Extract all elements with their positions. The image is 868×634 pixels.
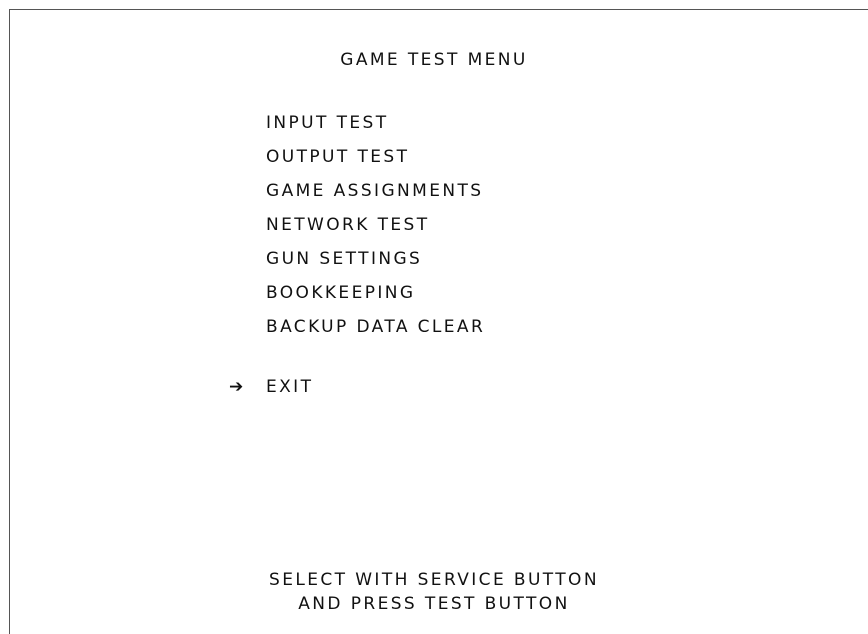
menu-item-exit-row[interactable]: ➔ EXIT	[229, 376, 313, 398]
selection-arrow-icon: ➔	[229, 377, 244, 397]
menu-title: GAME TEST MENU	[340, 50, 528, 70]
instruction-line-2: AND PRESS TEST BUTTON	[298, 594, 570, 614]
test-menu-list: INPUT TEST OUTPUT TEST GAME ASSIGNMENTS …	[266, 112, 485, 350]
menu-item-bookkeeping[interactable]: BOOKKEEPING	[266, 282, 485, 316]
menu-item-output-test[interactable]: OUTPUT TEST	[266, 146, 485, 180]
menu-item-game-assignments[interactable]: GAME ASSIGNMENTS	[266, 180, 485, 214]
instructions: SELECT WITH SERVICE BUTTON AND PRESS TES…	[0, 568, 868, 616]
menu-item-backup-data-clear[interactable]: BACKUP DATA CLEAR	[266, 316, 485, 350]
menu-item-input-test[interactable]: INPUT TEST	[266, 112, 485, 146]
menu-item-gun-settings[interactable]: GUN SETTINGS	[266, 248, 485, 282]
instruction-line-1: SELECT WITH SERVICE BUTTON	[269, 570, 599, 590]
menu-item-exit[interactable]: EXIT	[266, 376, 313, 398]
menu-item-network-test[interactable]: NETWORK TEST	[266, 214, 485, 248]
